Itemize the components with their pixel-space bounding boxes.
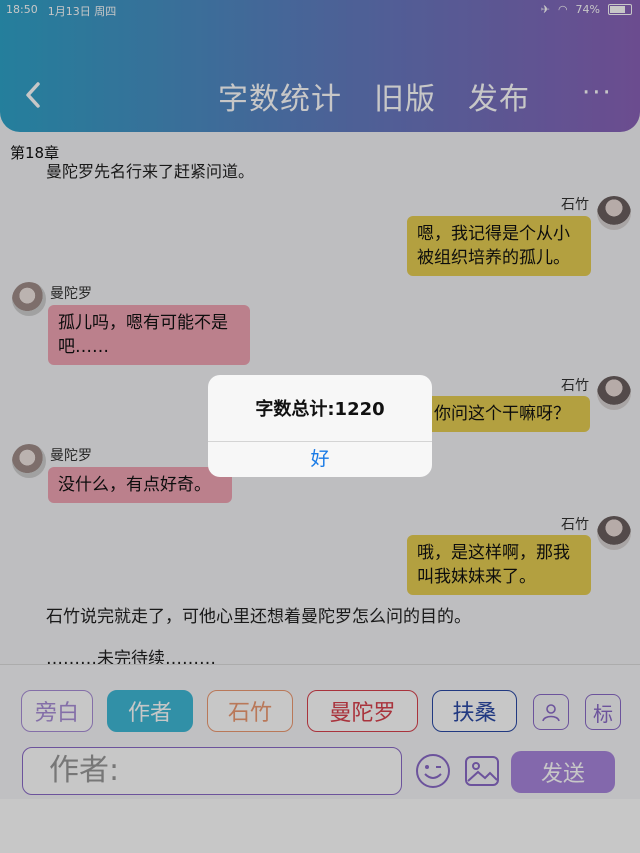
dialog-title: 字数总计:1220	[255, 399, 385, 420]
word-count-dialog: 字数总计:1220 好	[208, 375, 432, 477]
dialog-ok-button[interactable]: 好	[208, 442, 432, 477]
